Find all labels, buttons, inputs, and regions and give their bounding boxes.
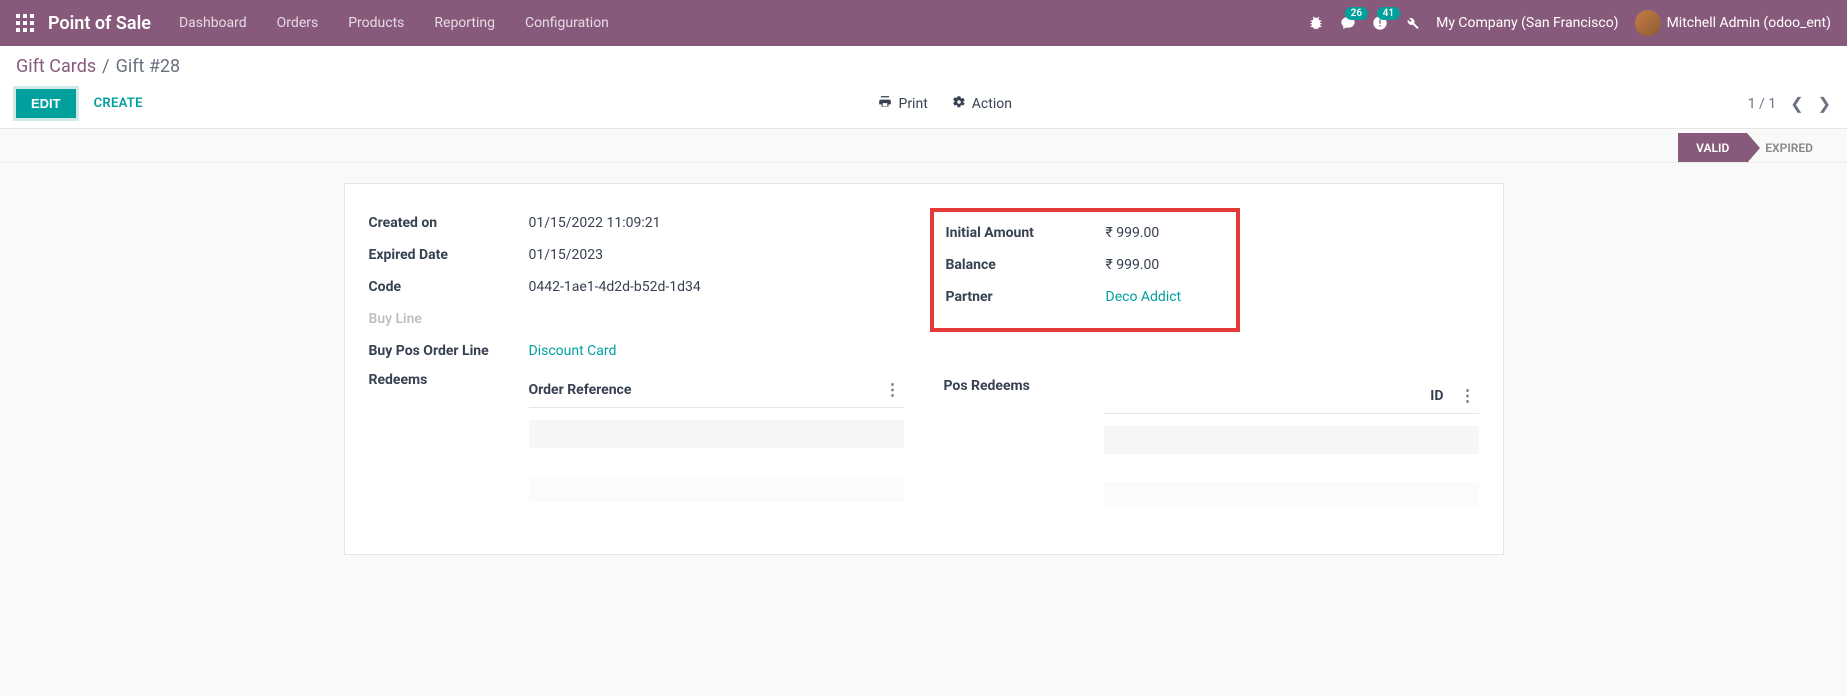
pager-next[interactable]: ❯: [1818, 94, 1831, 113]
status-expired[interactable]: EXPIRED: [1747, 133, 1831, 162]
bug-icon[interactable]: [1308, 15, 1324, 31]
gear-icon: [952, 95, 966, 113]
partner-value[interactable]: Deco Addict: [1106, 289, 1224, 305]
action-button[interactable]: Action: [952, 95, 1012, 113]
buy-pos-order-line-label: Buy Pos Order Line: [369, 343, 529, 359]
initial-amount-label: Initial Amount: [946, 225, 1106, 241]
print-label: Print: [898, 96, 927, 112]
code-label: Code: [369, 279, 529, 295]
breadcrumb-current: Gift #28: [116, 56, 181, 77]
form-sheet: Created on 01/15/2022 11:09:21 Expired D…: [344, 183, 1504, 555]
table-row[interactable]: [529, 476, 904, 502]
form-right-column: Initial Amount ₹ 999.00 Balance ₹ 999.00…: [944, 212, 1479, 526]
balance-label: Balance: [946, 257, 1106, 273]
nav-links: Dashboard Orders Products Reporting Conf…: [179, 15, 609, 31]
nav-link-configuration[interactable]: Configuration: [525, 15, 609, 31]
top-navbar: Point of Sale Dashboard Orders Products …: [0, 0, 1847, 46]
nav-link-orders[interactable]: Orders: [277, 15, 319, 31]
expired-date-value: 01/15/2023: [529, 247, 904, 263]
buy-line-label: Buy Line: [369, 311, 529, 327]
company-selector[interactable]: My Company (San Francisco): [1436, 15, 1618, 31]
table-row[interactable]: [1104, 482, 1479, 508]
table-row[interactable]: [529, 420, 904, 448]
redeems-options-icon[interactable]: ⋮: [885, 380, 900, 399]
breadcrumb-parent[interactable]: Gift Cards: [16, 56, 96, 77]
control-panel: Gift Cards / Gift #28 EDIT CREATE Print …: [0, 46, 1847, 129]
activities-icon[interactable]: 41: [1372, 15, 1388, 31]
table-row[interactable]: [1104, 426, 1479, 454]
pos-redeems-label: Pos Redeems: [944, 378, 1104, 394]
action-row: EDIT CREATE Print Action 1 / 1 ❮ ❯: [16, 89, 1831, 128]
breadcrumb: Gift Cards / Gift #28: [16, 56, 1831, 77]
apps-icon[interactable]: [16, 14, 34, 32]
form-left-column: Created on 01/15/2022 11:09:21 Expired D…: [369, 212, 904, 526]
code-value: 0442-1ae1-4d2d-b52d-1d34: [529, 279, 904, 295]
status-valid[interactable]: VALID: [1678, 133, 1747, 162]
order-reference-header[interactable]: Order Reference: [529, 382, 632, 398]
messages-icon[interactable]: 26: [1340, 15, 1356, 31]
print-button[interactable]: Print: [878, 95, 927, 113]
created-on-value: 01/15/2022 11:09:21: [529, 215, 904, 231]
pager-prev[interactable]: ❮: [1790, 94, 1803, 113]
pos-redeems-table: ID ⋮: [1104, 378, 1479, 526]
user-avatar-icon: [1635, 10, 1661, 36]
activities-badge: 41: [1377, 7, 1400, 20]
user-menu[interactable]: Mitchell Admin (odoo_ent): [1635, 10, 1831, 36]
redeems-table: Order Reference ⋮: [529, 372, 904, 520]
edit-button[interactable]: EDIT: [16, 89, 76, 118]
balance-value: ₹ 999.00: [1106, 257, 1224, 273]
app-brand[interactable]: Point of Sale: [48, 13, 151, 34]
tools-icon[interactable]: [1404, 15, 1420, 31]
nav-right-group: 26 41 My Company (San Francisco) Mitchel…: [1308, 10, 1831, 36]
buy-pos-order-line-value[interactable]: Discount Card: [529, 343, 904, 359]
initial-amount-value: ₹ 999.00: [1106, 225, 1224, 241]
action-label: Action: [972, 96, 1012, 112]
user-label: Mitchell Admin (odoo_ent): [1667, 15, 1831, 31]
pager: 1 / 1 ❮ ❯: [1748, 94, 1831, 113]
created-on-label: Created on: [369, 215, 529, 231]
messages-badge: 26: [1345, 7, 1368, 20]
expired-date-label: Expired Date: [369, 247, 529, 263]
highlight-annotation: Initial Amount ₹ 999.00 Balance ₹ 999.00…: [930, 208, 1240, 332]
breadcrumb-sep: /: [102, 56, 109, 77]
nav-link-reporting[interactable]: Reporting: [434, 15, 495, 31]
nav-link-products[interactable]: Products: [348, 15, 404, 31]
sheet-wrap: Created on 01/15/2022 11:09:21 Expired D…: [0, 163, 1847, 575]
print-icon: [878, 95, 892, 113]
nav-link-dashboard[interactable]: Dashboard: [179, 15, 247, 31]
partner-label: Partner: [946, 289, 1106, 305]
center-actions: Print Action: [143, 95, 1748, 113]
status-bar: VALID EXPIRED: [0, 129, 1847, 163]
create-button[interactable]: CREATE: [94, 96, 143, 111]
pager-text: 1 / 1: [1748, 96, 1776, 112]
redeems-label: Redeems: [369, 372, 529, 388]
id-header[interactable]: ID: [1430, 388, 1443, 404]
pos-redeems-options-icon[interactable]: ⋮: [1460, 386, 1475, 405]
